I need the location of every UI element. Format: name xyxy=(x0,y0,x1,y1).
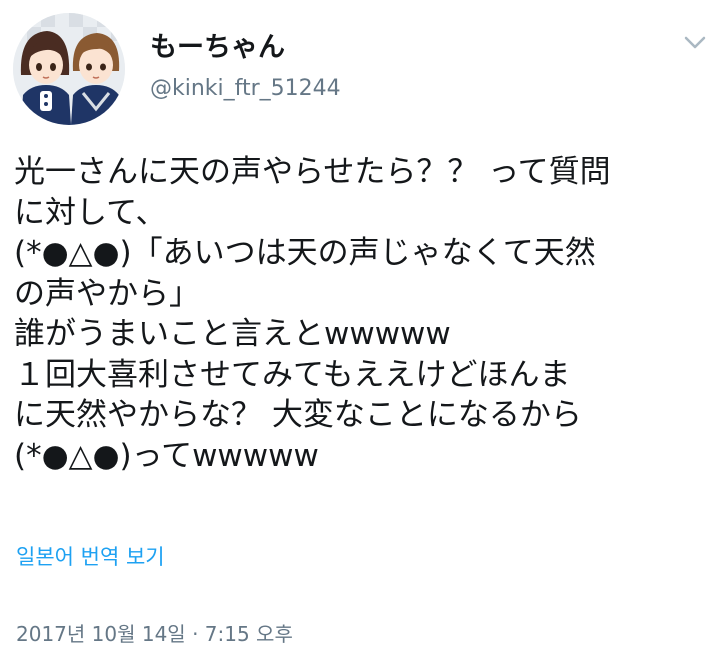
translate-link[interactable]: 일본어 번역 보기 xyxy=(16,542,165,572)
tweet-text-line: に対して、 xyxy=(14,194,167,231)
chevron-down-icon[interactable] xyxy=(680,30,710,54)
tweet-timestamp[interactable]: 2017년 10월 14일 · 7:15 오후 xyxy=(16,620,293,648)
tweet-text-line: １回大喜利させてみてもええけどほんま xyxy=(14,356,571,393)
tweet-text-line: 誰がうまいこと言えとwwwww xyxy=(14,316,451,352)
avatar[interactable] xyxy=(13,13,125,125)
tweet-text-line: の声やから」 xyxy=(14,275,200,312)
tweet-card: もーちゃん @kinki_ftr_51244 光一さんに天の声やらせたら？？ っ… xyxy=(0,0,720,655)
tweet-text-line: に天然やからな？ 大変なことになるから xyxy=(14,397,582,433)
tweet-text-line: 光一さんに天の声やらせたら？？ って質問 xyxy=(14,154,611,190)
tweet-text-line: (*●△●)ってwwwww xyxy=(14,437,319,474)
tweet-text-line: (*●△●)「あいつは天の声じゃなくて天然 xyxy=(14,235,596,271)
avatar-illustration xyxy=(13,13,125,125)
tweet-text: 光一さんに天の声やらせたら？？ って質問 に対して、 (*●△●)「あいつは天の… xyxy=(14,152,714,476)
user-handle[interactable]: @kinki_ftr_51244 xyxy=(150,74,341,104)
display-name[interactable]: もーちゃん xyxy=(150,30,285,66)
